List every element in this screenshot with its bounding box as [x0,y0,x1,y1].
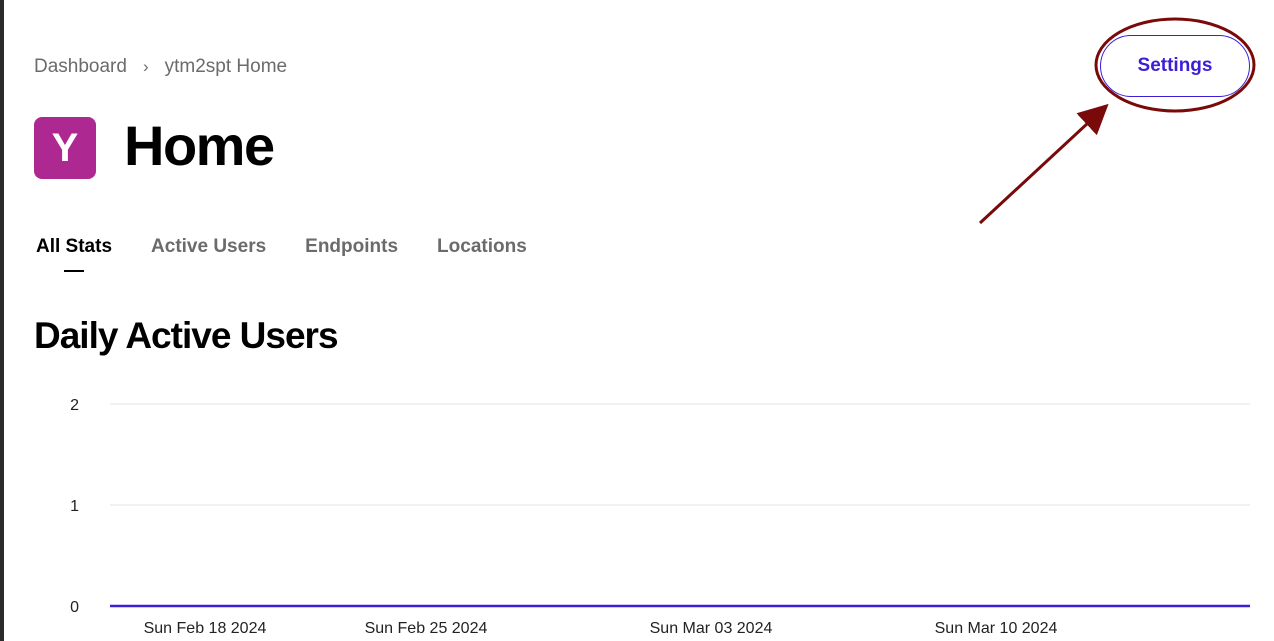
chart-y-tick-label: 0 [70,599,79,616]
breadcrumb-current-page: ytm2spt Home [164,56,288,77]
stats-tabs: All Stats Active Users Endpoints Locatio… [36,236,566,272]
chart-x-tick-label: Sun Feb 25 2024 [365,620,488,637]
settings-button[interactable]: Settings [1100,35,1250,97]
chart-x-tick-label: Sun Mar 03 2024 [650,620,773,637]
breadcrumb: Dashboard › ytm2spt Home [34,55,287,79]
chart-y-tick-label: 2 [70,397,79,414]
annotation-arrow [978,103,1109,225]
daily-active-users-chart: 0 1 2 Sun Feb 18 2024 Sun Feb 25 2024 Sun Mar… [0,380,1274,641]
tab-locations[interactable]: Locations [437,236,527,262]
chart-x-tick-label: Sun Mar 10 2024 [935,620,1058,637]
page-title: Home [124,114,275,177]
breadcrumb-dashboard-link[interactable]: Dashboard [34,56,127,78]
app-avatar: Y [34,117,96,179]
chart-svg: 0 1 2 Sun Feb 18 2024 Sun Feb 25 2024 Sun Mar… [70,397,1250,637]
section-title: Daily Active Users [34,315,339,356]
chart-x-tick-label: Sun Feb 18 2024 [144,620,267,637]
tab-all-stats[interactable]: All Stats [36,236,112,272]
chart-y-tick-label: 1 [70,498,79,515]
tab-active-users[interactable]: Active Users [151,236,266,262]
tab-endpoints[interactable]: Endpoints [305,236,398,262]
breadcrumb-separator-icon: › [142,57,149,76]
